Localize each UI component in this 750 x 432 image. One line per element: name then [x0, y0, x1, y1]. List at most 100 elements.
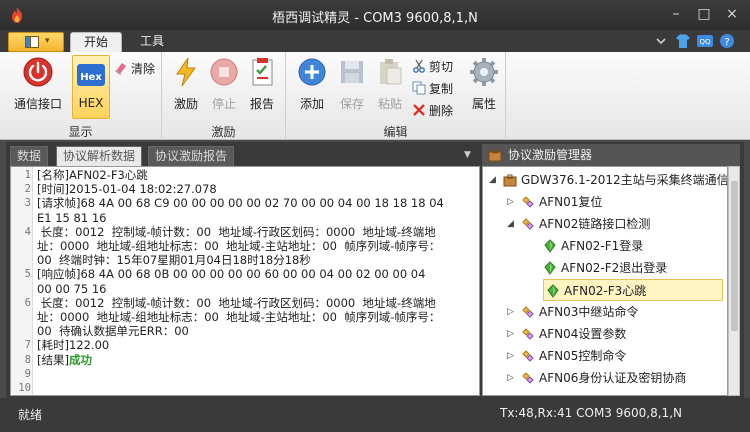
collapsed-arrow-icon[interactable]: ▷	[507, 329, 517, 339]
log-line-text: 00 待确认数据单元ERR：00	[37, 324, 189, 338]
tree-node-label: AFN01复位	[539, 195, 603, 209]
protocol-manager-header: 协议激励管理器	[482, 144, 740, 166]
protocol-manager-title: 协议激励管理器	[508, 148, 593, 162]
copy-icon	[412, 81, 426, 95]
tree-node-label: AFN03中继站命令	[539, 305, 639, 319]
add-button[interactable]: 添加	[294, 56, 330, 112]
excite-button[interactable]: 激励	[168, 56, 204, 112]
log-line-content: 00 00 75 16	[37, 281, 107, 296]
tree-node[interactable]: ▷ AFN01复位	[483, 191, 727, 213]
log-line-content: 长度：0012 控制域-帧计数：00 地址域-行政区划码：0000 地址域-终端…	[37, 224, 436, 239]
paste-icon	[380, 59, 402, 85]
minimize-button[interactable]: –	[664, 4, 688, 24]
line-number: 8	[24, 353, 31, 366]
tree-node[interactable]: AFN02-F3心跳	[543, 279, 723, 301]
collapsed-arrow-icon[interactable]: ▷	[507, 373, 517, 383]
function-group-icon	[522, 218, 534, 230]
paste-label: 粘贴	[377, 97, 402, 111]
log-line: 6 长度：0012 控制域-帧计数：00 地址域-行政区划码：0000 地址域-…	[11, 296, 479, 310]
save-icon	[341, 61, 363, 83]
tree-node-label: AFN02-F1登录	[561, 239, 644, 253]
copy-button[interactable]: 复制	[412, 78, 453, 98]
line-number: 6	[24, 296, 31, 309]
help-icon[interactable]: ?	[718, 33, 736, 49]
delete-button[interactable]: 删除	[412, 100, 453, 120]
collapsed-arrow-icon[interactable]: ▷	[507, 197, 517, 207]
tree-node[interactable]: AFN02-F2退出登录	[483, 257, 727, 279]
tree-node[interactable]: ▷ AFN03中继站命令	[483, 301, 727, 323]
tree-node[interactable]: ▷ AFN05控制命令	[483, 345, 727, 367]
log-line: 7 [耗时]122.00	[11, 338, 479, 352]
line-number: 4	[24, 225, 31, 238]
tab-protocol-parse[interactable]: 协议解析数据	[56, 146, 143, 166]
log-line-text: 长度：0012 控制域-帧计数：00 地址域-行政区划码：0000 地址域-终端…	[37, 225, 436, 239]
log-line-content: 00 终端时钟：15年07星期01月04日18时18分18秒	[37, 253, 311, 268]
log-line-content: [响应帧]68 4A 00 68 0B 00 00 00 00 00 60 00…	[37, 267, 426, 282]
log-text-area[interactable]: 1 [名称]AFN02-F3心跳 2 [时间]2015-01-04 18:02:27.…	[10, 166, 480, 396]
collapsed-arrow-icon[interactable]: ▷	[507, 307, 517, 317]
tree-scrollbar[interactable]	[728, 166, 740, 396]
toolbox-icon	[488, 149, 502, 162]
properties-label: 属性	[471, 97, 496, 111]
line-number: 2	[24, 183, 31, 196]
tree-node[interactable]: ▷ AFN06身份认证及密钥协商	[483, 367, 727, 389]
function-group-icon	[522, 372, 534, 384]
log-line-content: [名称]AFN02-F3心跳	[37, 168, 148, 182]
clear-label: 清除	[131, 61, 156, 76]
connect-button[interactable]: 通信接口	[10, 56, 66, 112]
tree-node-label: AFN04设置参数	[539, 327, 627, 341]
cut-button[interactable]: 剪切	[412, 56, 453, 76]
tab-data[interactable]: 数据	[10, 146, 49, 166]
properties-button[interactable]: 属性	[466, 56, 502, 112]
tree-node[interactable]: ◢ AFN02链路接口检测	[483, 213, 727, 235]
stop-icon	[210, 58, 238, 86]
tree-node[interactable]: AFN02-F1登录	[483, 235, 727, 257]
right-pane: 协议激励管理器 ◢ GDW376.1-2012主站与采集终端通信 ▷ AFN01复位 ◢…	[482, 144, 740, 396]
protocol-tree[interactable]: ◢ GDW376.1-2012主站与采集终端通信 ▷ AFN01复位 ◢ AFN02链路接…	[482, 166, 728, 396]
log-line: 00 00 75 16	[11, 282, 479, 296]
tree-node[interactable]: ▷ AFN04设置参数	[483, 323, 727, 345]
report-button[interactable]: 报告	[244, 56, 280, 112]
save-button[interactable]: 保存	[334, 56, 370, 112]
document-tabs: 数据 协议解析数据 协议激励报告 ▼	[10, 144, 480, 166]
tshirt-theme-icon[interactable]	[674, 33, 692, 49]
paste-button[interactable]: 粘贴	[372, 56, 408, 112]
log-line-content: [请求帧]68 4A 00 68 C9 00 00 00 00 00 02 70…	[37, 196, 444, 211]
tree-node[interactable]: ◢ GDW376.1-2012主站与采集终端通信	[483, 169, 727, 191]
clear-button[interactable]: 清除	[114, 58, 155, 78]
group-edit: 添加 保存 粘贴 剪切 复制 删除 属性 编辑	[286, 52, 506, 140]
help-chevron-icon[interactable]	[652, 33, 670, 49]
ribbon-tab-row: ▾ 开始 工具 QQ ?	[0, 30, 750, 52]
group-display-label: 显示	[68, 125, 93, 139]
qq-chat-icon[interactable]: QQ	[696, 33, 714, 49]
close-button[interactable]: ×	[720, 4, 744, 24]
expanded-arrow-icon[interactable]: ◢	[489, 175, 499, 185]
tab-list-dropdown-icon[interactable]: ▼	[464, 150, 474, 160]
cut-label: 剪切	[429, 59, 454, 74]
left-pane: 数据 协议解析数据 协议激励报告 ▼ 1 [名称]AFN02-F3心跳 2 [时间]2…	[10, 144, 480, 396]
log-line: 9	[11, 367, 479, 381]
tab-protocol-report[interactable]: 协议激励报告	[148, 146, 235, 166]
line-number: 1	[24, 169, 31, 181]
tab-tools[interactable]: 工具	[128, 32, 176, 52]
status-counters: Tx:48,Rx:41 COM3 9600,8,1,N	[500, 406, 682, 420]
stop-button[interactable]: 停止	[206, 56, 242, 112]
log-line-content: E1 15 81 16	[37, 210, 107, 225]
log-line-text: 址：0000 地址域-组地址标志：00 地址域-主站地址：00 帧序列域-帧序号…	[37, 239, 440, 253]
tree-node-label: AFN02-F2退出登录	[561, 261, 668, 275]
tab-start[interactable]: 开始	[70, 32, 122, 52]
hex-toggle-button[interactable]: Hex HEX	[72, 55, 110, 119]
app-menu-button[interactable]: ▾	[8, 32, 64, 52]
line-number: 10	[18, 382, 31, 394]
collapsed-arrow-icon[interactable]: ▷	[507, 351, 517, 361]
log-line: 8 [结果]成功	[11, 353, 479, 367]
log-line: 3 [请求帧]68 4A 00 68 C9 00 00 00 00 00 02 7…	[11, 196, 479, 210]
hex-icon: Hex	[77, 64, 105, 86]
green-gem-icon	[547, 284, 559, 298]
group-stimulus: 激励 停止 报告 激励	[162, 52, 286, 140]
tree-scrollbar-thumb[interactable]	[731, 181, 738, 331]
function-group-icon	[522, 306, 534, 318]
chevron-down-icon: ▾	[45, 36, 50, 46]
maximize-button[interactable]: □	[692, 4, 716, 24]
expanded-arrow-icon[interactable]: ◢	[507, 219, 517, 229]
